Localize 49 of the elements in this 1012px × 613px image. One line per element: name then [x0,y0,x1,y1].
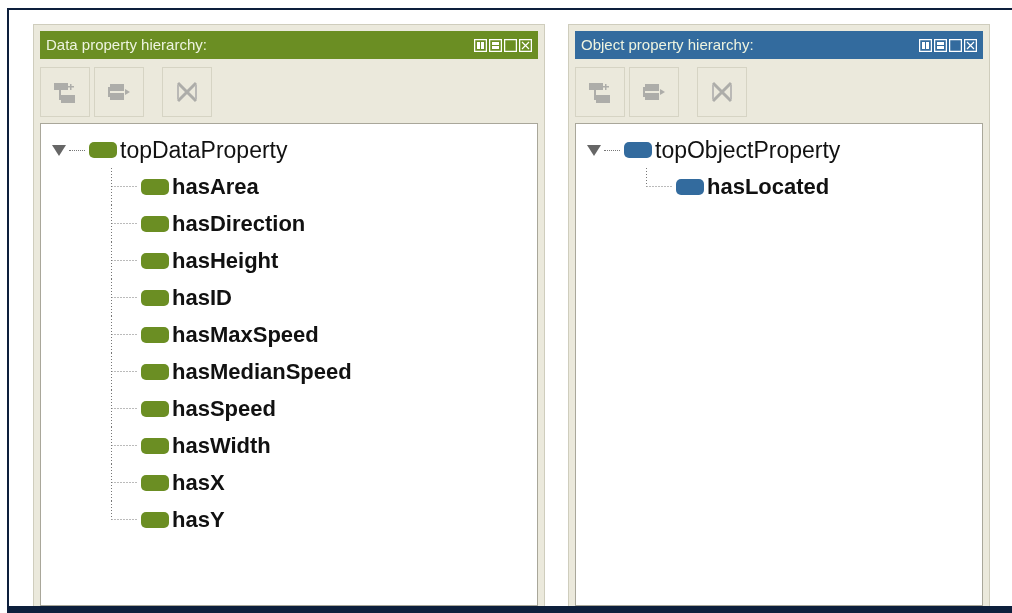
connector-line [111,205,139,242]
tree-item[interactable]: hasSpeed [172,392,276,425]
connector-line [111,353,139,390]
tree-item[interactable]: hasArea [172,170,259,203]
split-horizontal-icon[interactable] [934,38,947,52]
property-icon [141,215,169,232]
connector-line [111,168,139,205]
tree-item[interactable]: topDataProperty [120,132,288,168]
property-icon [89,142,117,158]
maximize-icon[interactable] [504,38,517,52]
expanded-triangle-icon[interactable] [51,143,67,157]
maximize-icon[interactable] [949,38,962,52]
tree-item[interactable]: hasMedianSpeed [172,355,352,388]
property-icon [141,437,169,454]
tree-item[interactable]: hasLocated [707,170,830,203]
property-icon [141,400,169,417]
tree-item[interactable]: topObjectProperty [655,132,841,168]
property-icon [141,474,169,491]
property-icon [141,363,169,380]
delete-icon [174,79,200,105]
connector-line [111,427,139,464]
tree-item[interactable]: hasDirection [172,207,306,240]
split-horizontal-icon[interactable] [489,38,502,52]
connector-line [111,242,139,279]
tree-item[interactable]: hasHeight [172,244,279,277]
split-vertical-icon[interactable] [474,38,487,52]
close-icon[interactable] [964,38,977,52]
property-icon [141,252,169,269]
property-icon [141,326,169,343]
tree-item[interactable]: hasWidth [172,429,271,462]
tree-item[interactable]: hasX [172,466,225,499]
tree-item[interactable]: hasMaxSpeed [172,318,319,351]
panel-title: Object property hierarchy: [581,34,754,55]
property-icon [676,178,704,195]
expanded-triangle-icon[interactable] [586,143,602,157]
delete-icon [709,79,735,105]
connector-line [111,390,139,427]
connector-line [646,168,674,187]
connector-line [111,316,139,353]
tree-item[interactable]: hasY [172,503,225,536]
property-icon [624,142,652,158]
close-icon[interactable] [519,38,532,52]
tree-item[interactable]: hasID [172,281,232,314]
property-icon [141,511,169,528]
property-icon [141,289,169,306]
connector-line [111,279,139,316]
panel-title: Data property hierarchy: [46,34,207,55]
split-vertical-icon[interactable] [919,38,932,52]
property-icon [141,178,169,195]
